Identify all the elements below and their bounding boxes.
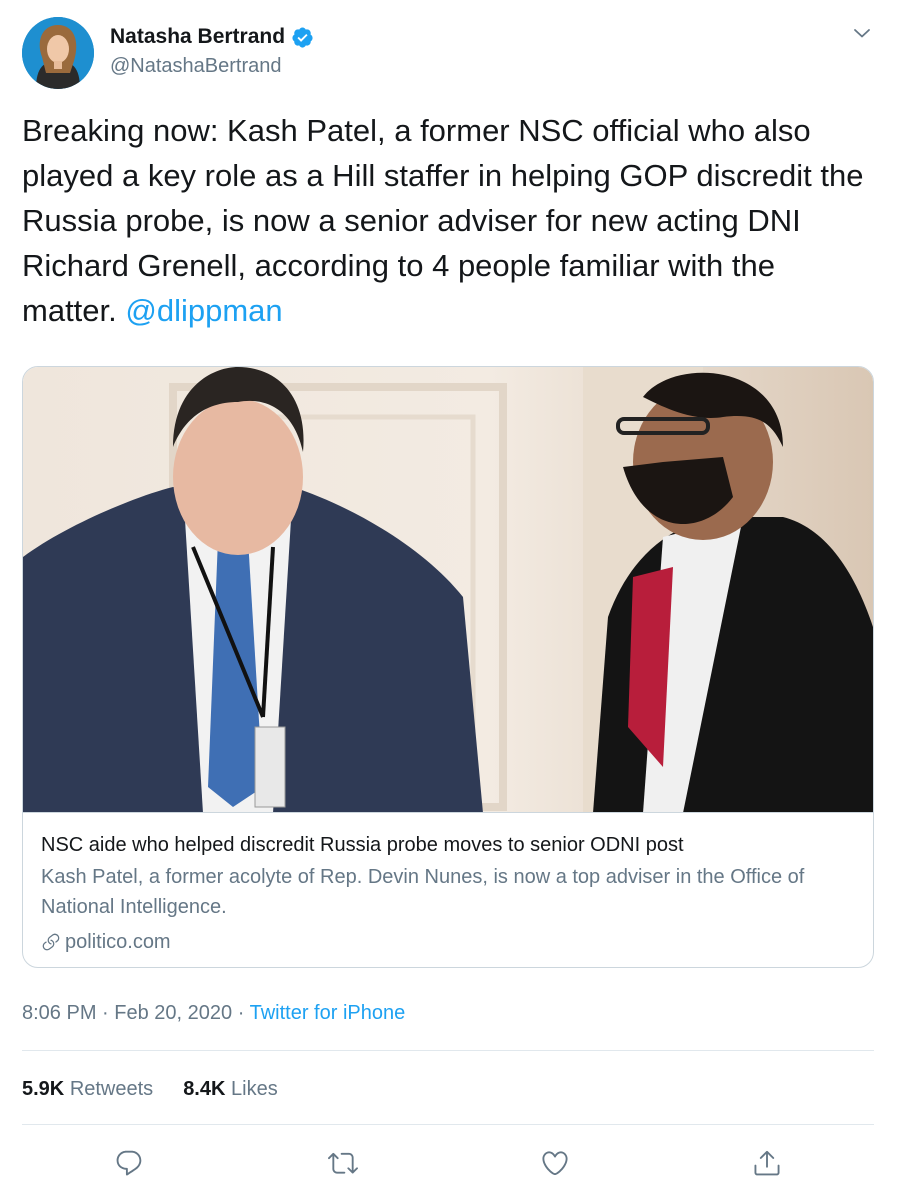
card-body: NSC aide who helped discredit Russia pro… [41,831,861,956]
retweets-stat[interactable]: 5.9K Retweets [22,1076,153,1102]
display-name-row[interactable]: Natasha Bertrand [110,25,314,49]
tweet-time[interactable]: 8:06 PM [22,1002,96,1024]
tweet-actions [22,1140,874,1186]
card-domain: politico.com [41,928,861,956]
tweet-text: Breaking now: Kash Patel, a former NSC o… [22,108,872,333]
tweet-source-link[interactable]: Twitter for iPhone [250,1002,406,1024]
card-image[interactable] [23,367,873,813]
tweet-header: Natasha Bertrand @NatashaBertrand [22,17,874,89]
card-description: Kash Patel, a former acolyte of Rep. Dev… [41,866,805,918]
link-icon [41,932,61,952]
reply-icon[interactable] [114,1148,144,1178]
user-handle[interactable]: @NatashaBertrand [110,54,314,78]
meta-separator: · [102,1002,109,1024]
chevron-down-icon[interactable] [850,21,874,45]
meta-separator: · [237,1002,245,1024]
retweets-count: 5.9K [22,1078,65,1100]
retweets-label: Retweets [69,1078,154,1100]
share-icon[interactable] [752,1148,782,1178]
mention-link[interactable]: @dlippman [125,293,282,328]
avatar[interactable] [22,17,94,89]
verified-badge-icon [291,26,314,49]
tweet-meta: 8:06 PM · Feb 20, 2020 · Twitter for iPh… [22,1000,405,1026]
tweet-stats: 5.9K Retweets 8.4K Likes [22,1076,278,1102]
card-domain-text[interactable]: politico.com [65,928,171,956]
divider [22,1124,874,1125]
likes-count: 8.4K [183,1078,226,1100]
photo-two-men-in-suits-icon [23,367,873,812]
card-title[interactable]: NSC aide who helped discredit Russia pro… [41,831,861,859]
tweet-date[interactable]: Feb 20, 2020 [114,1002,232,1024]
retweet-icon[interactable] [328,1148,358,1178]
likes-label: Likes [231,1078,278,1100]
display-name[interactable]: Natasha Bertrand [110,25,285,49]
likes-stat[interactable]: 8.4K Likes [183,1076,278,1102]
link-card[interactable]: NSC aide who helped discredit Russia pro… [22,366,874,968]
user-names: Natasha Bertrand @NatashaBertrand [110,25,314,78]
like-heart-icon[interactable] [540,1148,570,1178]
divider [22,1050,874,1051]
